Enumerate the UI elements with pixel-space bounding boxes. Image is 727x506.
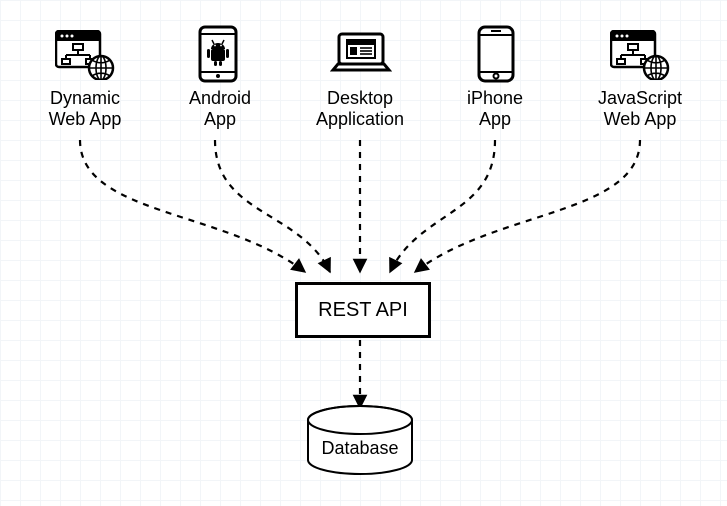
android-app-icon [195, 25, 241, 83]
js-web-app-label: JavaScript Web App [585, 88, 695, 129]
js-web-app-icon [610, 30, 670, 80]
rest-api-box: REST API [295, 282, 431, 338]
iphone-app-icon [475, 25, 517, 83]
android-app-label: Android App [175, 88, 265, 129]
diagram-canvas: Dynamic Web App Android App Desktop Appl… [0, 0, 727, 506]
iphone-app-label: iPhone App [455, 88, 535, 129]
desktop-app-label: Desktop Application [305, 88, 415, 129]
desktop-app-icon [330, 32, 392, 78]
dynamic-web-app-label: Dynamic Web App [35, 88, 135, 129]
database-label: Database [310, 438, 410, 459]
rest-api-label: REST API [318, 299, 408, 322]
dynamic-web-app-icon [55, 30, 115, 80]
